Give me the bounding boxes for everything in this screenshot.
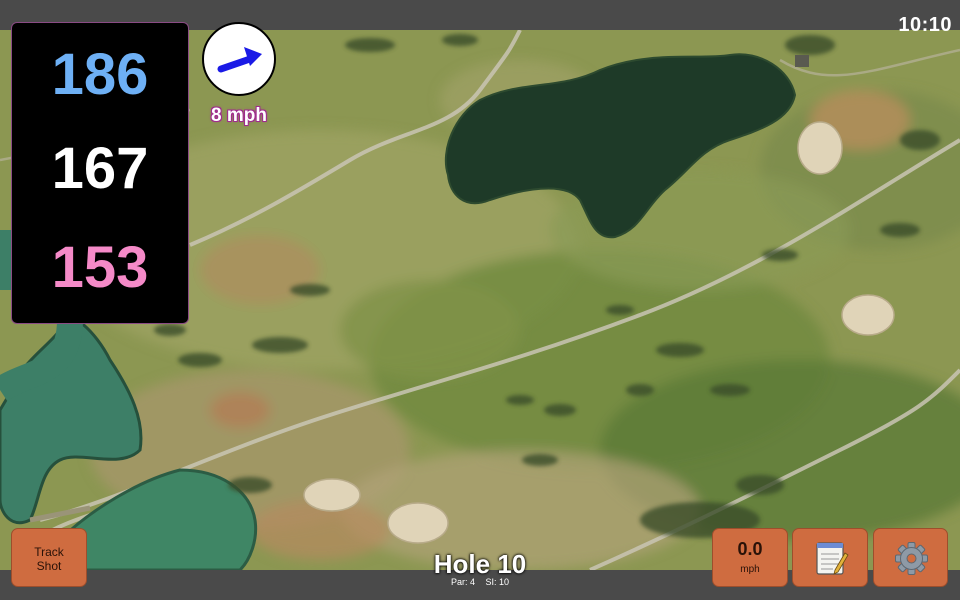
gps-app: 10:10 186 167 153 8 mph Track Shot Hole … — [0, 0, 960, 600]
wind-indicator — [202, 22, 276, 96]
distance-front: 153 — [51, 235, 149, 300]
track-shot-button[interactable]: Track Shot — [11, 528, 87, 587]
hole-title: Hole 10 — [433, 549, 527, 579]
distance-panel: 186 167 153 — [11, 22, 189, 324]
speed-value: 0.0 — [737, 539, 763, 559]
distance-middle: 167 — [51, 136, 149, 201]
distance-back: 186 — [51, 42, 149, 107]
gear-icon — [895, 542, 928, 575]
hole-par: Par: 4 — [450, 577, 475, 587]
wind-direction-arrow-icon — [217, 47, 262, 73]
shot-speed-button[interactable]: 0.0 mph — [712, 528, 788, 587]
clock: 10:10 — [898, 14, 952, 36]
settings-button[interactable] — [873, 528, 948, 587]
speed-unit: mph — [740, 564, 760, 575]
notes-button[interactable] — [792, 528, 868, 587]
hole-stroke-index: SI: 10 — [485, 577, 510, 587]
notepad-icon — [816, 542, 849, 575]
hole-info: Par: 4 SI: 10 — [380, 577, 580, 587]
wind-speed: 8 mph — [211, 105, 267, 126]
track-shot-label: Track Shot — [34, 545, 64, 573]
